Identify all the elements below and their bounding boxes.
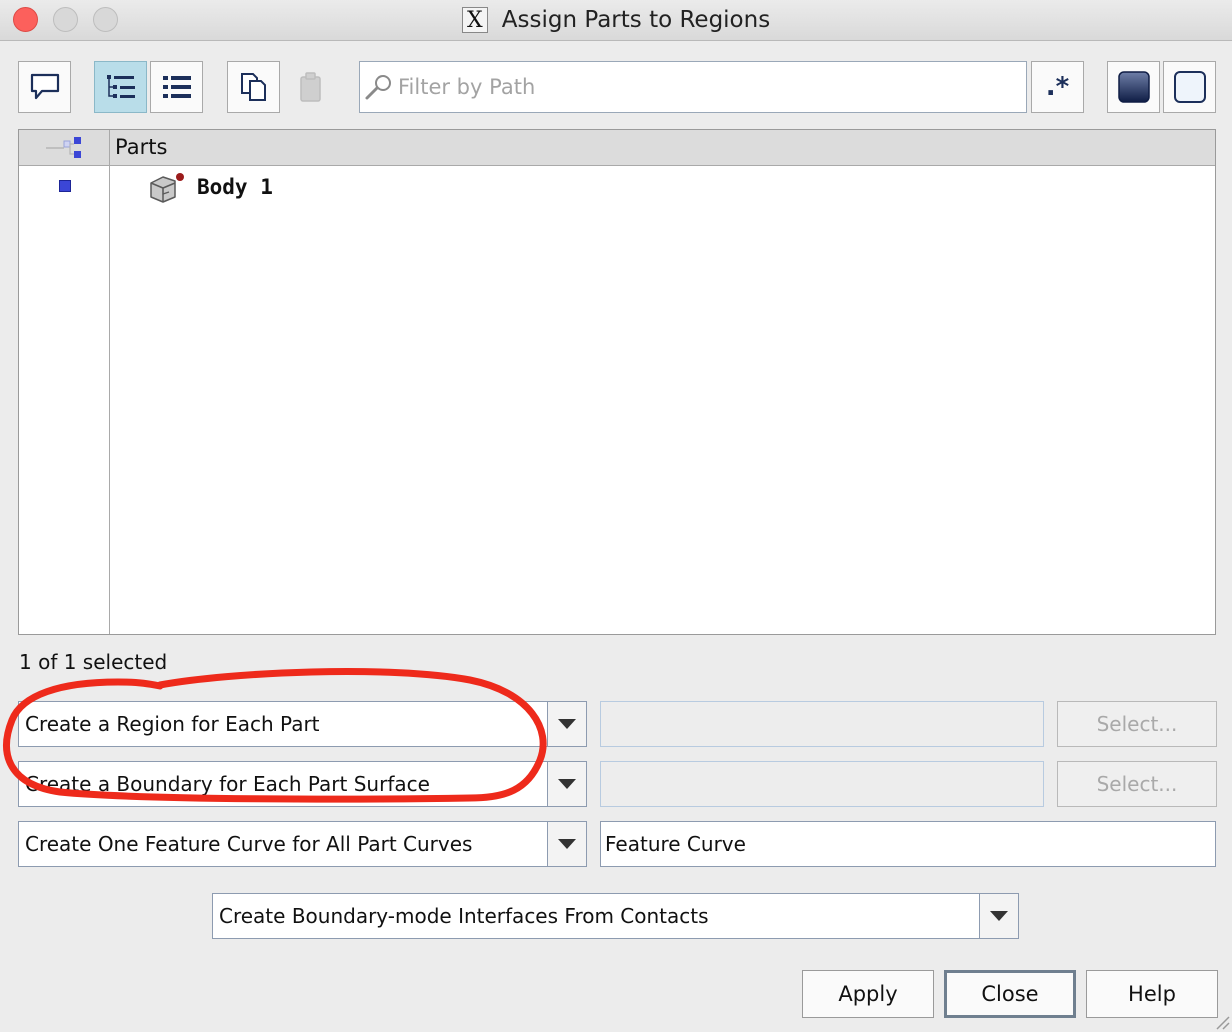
app-icon: X (461, 7, 488, 33)
search-icon (365, 75, 391, 100)
title-bar: X Assign Parts to Regions (0, 0, 1232, 41)
filled-square-icon (1117, 71, 1150, 103)
part-body-icon (150, 173, 184, 203)
select-none-button[interactable] (1163, 61, 1216, 113)
region-select-button: Select... (1057, 701, 1217, 747)
help-button[interactable]: Help (1086, 970, 1218, 1018)
part-label: Body 1 (197, 175, 273, 199)
interface-mode-combo[interactable]: Create Boundary-mode Interfaces From Con… (212, 893, 1019, 939)
region-name-field (600, 701, 1044, 747)
feature-curve-name-field[interactable] (600, 821, 1216, 867)
regex-toggle-button[interactable]: .* (1031, 61, 1084, 113)
chevron-down-icon (990, 911, 1008, 921)
title-wrap: X Assign Parts to Regions (0, 0, 1232, 40)
window-title: Assign Parts to Regions (501, 7, 771, 33)
tree-connector-icon (46, 136, 81, 158)
boundary-name-field (600, 761, 1044, 807)
selection-column (19, 166, 110, 634)
table-header: Parts (19, 130, 1215, 166)
parts-table[interactable]: Parts Body 1 (18, 129, 1216, 635)
chevron-down-icon (558, 779, 576, 789)
interface-mode-value: Create Boundary-mode Interfaces From Con… (219, 904, 709, 928)
filter-field[interactable] (359, 61, 1027, 113)
paste-icon (300, 72, 321, 102)
region-mode-combo[interactable]: Create a Region for Each Part (18, 701, 587, 747)
filter-input[interactable] (398, 67, 1018, 107)
feature-curve-mode-combo[interactable]: Create One Feature Curve for All Part Cu… (18, 821, 587, 867)
select-all-button[interactable] (1107, 61, 1160, 113)
boundary-mode-dropdown-arrow[interactable] (547, 762, 586, 806)
feature-curve-mode-value: Create One Feature Curve for All Part Cu… (25, 832, 473, 856)
copy-button[interactable] (227, 61, 280, 113)
resize-grip-icon[interactable] (1212, 1012, 1230, 1030)
flat-list-icon (162, 76, 191, 98)
paste-button[interactable] (287, 61, 333, 113)
boundary-mode-combo[interactable]: Create a Boundary for Each Part Surface (18, 761, 587, 807)
selection-status: 1 of 1 selected (19, 650, 168, 674)
empty-square-icon (1173, 71, 1206, 103)
copy-icon (240, 73, 266, 101)
chevron-down-icon (558, 719, 576, 729)
boundary-select-button: Select... (1057, 761, 1217, 807)
selection-column-header[interactable] (19, 130, 110, 165)
apply-button[interactable]: Apply (802, 970, 934, 1018)
boundary-mode-value: Create a Boundary for Each Part Surface (25, 772, 430, 796)
interface-mode-dropdown-arrow[interactable] (979, 894, 1018, 938)
feature-curve-name-input[interactable] (601, 824, 1189, 864)
flat-list-button[interactable] (150, 61, 203, 113)
close-button[interactable]: Close (944, 970, 1076, 1018)
table-row[interactable]: Body 1 (147, 170, 273, 204)
regex-label: .* (1045, 72, 1070, 102)
speech-bubble-icon (30, 73, 59, 100)
parts-column-header: Parts (115, 135, 168, 159)
region-mode-dropdown-arrow[interactable] (547, 702, 586, 746)
region-mode-value: Create a Region for Each Part (25, 712, 320, 736)
comment-button[interactable] (18, 61, 71, 113)
tree-view-button[interactable] (94, 61, 147, 113)
tree-list-icon (106, 75, 135, 98)
row-selection-marker[interactable] (59, 180, 71, 192)
feature-curve-dropdown-arrow[interactable] (547, 822, 586, 866)
chevron-down-icon (558, 839, 576, 849)
